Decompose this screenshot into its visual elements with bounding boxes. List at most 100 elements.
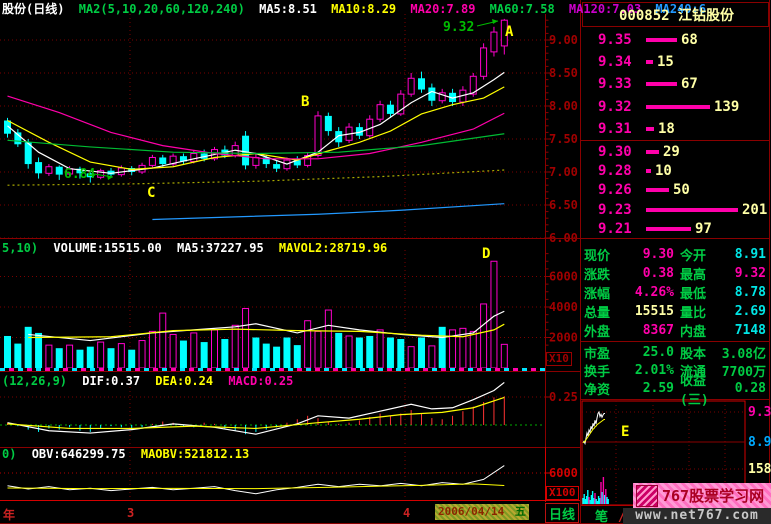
- quote-row-lots: 外盘8367 内盘7148: [584, 321, 768, 340]
- svg-text:D: D: [482, 246, 490, 262]
- price-level: 9.23: [598, 202, 646, 218]
- bid-row[interactable]: 9.21 97: [584, 220, 769, 239]
- ask-row[interactable]: 9.33 67: [584, 73, 769, 95]
- volume-unit-box: X10: [546, 352, 572, 366]
- ma10-value: MA10:8.29: [331, 2, 396, 16]
- volume-value: 97: [695, 221, 712, 237]
- mavol2-value: MAVOL2:28719.96: [279, 241, 387, 255]
- volume-value: VOLUME:15515.00: [53, 241, 161, 255]
- volume-value: 10: [655, 163, 672, 179]
- volume-value: 201: [742, 202, 767, 218]
- watermark-url[interactable]: www.net767.com: [623, 508, 771, 524]
- quote-row-volume: 总量15515 量比2.69: [584, 302, 768, 321]
- volume-bar: [646, 150, 659, 154]
- svg-text:6.50: 6.50: [549, 198, 578, 212]
- price-level: 9.21: [598, 221, 646, 237]
- svg-text:6000: 6000: [549, 270, 578, 284]
- volume-bar: [646, 105, 710, 109]
- volume-bar: [646, 208, 738, 212]
- svg-text:6.84: 6.84: [64, 167, 95, 182]
- svg-text:9.00: 9.00: [549, 33, 578, 47]
- price-level: 9.28: [598, 163, 646, 179]
- volume-bar: [646, 60, 653, 64]
- svg-text:7.50: 7.50: [549, 132, 578, 146]
- dea-value: DEA:0.24: [155, 374, 213, 388]
- stock-code-name: 000852 江钻股份: [584, 3, 769, 26]
- current-date-box: 2006/04/14 五: [435, 504, 529, 520]
- ask-row[interactable]: 9.35 68: [584, 29, 769, 51]
- obv-value: OBV:646299.75: [32, 447, 126, 461]
- svg-text:1585: 1585: [748, 462, 771, 477]
- site-logo-icon: [636, 485, 658, 507]
- macd-params: (12,26,9): [2, 374, 67, 388]
- volume-value: 139: [714, 99, 739, 115]
- volume-pane-header: 5,10) VOLUME:15515.00 MA5:37227.95 MAVOL…: [2, 241, 395, 255]
- month-label-4: 4: [403, 506, 410, 520]
- month-label-3: 3: [127, 506, 134, 520]
- dif-value: DIF:0.37: [82, 374, 140, 388]
- svg-text:8.00: 8.00: [549, 99, 578, 113]
- macd-value: MACD:0.25: [228, 374, 293, 388]
- bid-queue[interactable]: 9.30 29 9.28 10 9.26 50 9.23 201 9.21 97: [584, 142, 769, 239]
- weekday-value: 五: [515, 505, 526, 518]
- svg-text:7.00: 7.00: [549, 165, 578, 179]
- quote-row-change: 涨跌0.38 最高9.32: [584, 264, 768, 283]
- volume-value: 50: [673, 182, 690, 198]
- fin-row-pe: 市盈25.0 股本3.08亿: [584, 343, 768, 362]
- volume-value: 29: [663, 144, 680, 160]
- mavol5-value: MA5:37227.95: [177, 241, 264, 255]
- maobv-value: MAOBV:521812.13: [141, 447, 249, 461]
- price-level: 9.26: [598, 182, 646, 198]
- ask-row[interactable]: 9.34 15: [584, 51, 769, 73]
- ma5-value: MA5:8.51: [259, 2, 317, 16]
- obv-params: 0): [2, 447, 16, 461]
- price-level: 9.31: [598, 121, 646, 137]
- svg-text:B: B: [301, 94, 309, 110]
- svg-text:E: E: [621, 424, 629, 440]
- bid-row[interactable]: 9.28 10: [584, 161, 769, 180]
- svg-text:8.50: 8.50: [549, 66, 578, 80]
- svg-text:4000: 4000: [549, 300, 578, 314]
- svg-text:9.32: 9.32: [748, 405, 771, 420]
- ask-queue[interactable]: 9.35 68 9.34 15 9.33 67 9.32139 9.31 18: [584, 29, 769, 140]
- fin-row-turnover: 换手2.01% 流通7700万: [584, 361, 768, 380]
- period-selector[interactable]: 日线: [545, 503, 579, 523]
- price-level: 9.33: [598, 76, 646, 92]
- svg-text:6000: 6000: [549, 466, 578, 480]
- volume-bar: [646, 188, 669, 192]
- fin-row-netasset: 净资2.59 收益(三)0.28: [584, 379, 768, 398]
- svg-text:C: C: [147, 185, 155, 201]
- quote-row-pct: 涨幅4.26% 最低8.78: [584, 283, 768, 302]
- volume-params: 5,10): [2, 241, 38, 255]
- watermark-banner: 767股票学习网: [633, 483, 771, 508]
- stock-title-label: 股份(日线): [2, 2, 64, 16]
- price-level: 9.35: [598, 32, 646, 48]
- volume-bar: [646, 127, 654, 131]
- volume-value: 68: [681, 32, 698, 48]
- svg-text:9.32: 9.32: [443, 20, 474, 35]
- bid-row[interactable]: 9.23 201: [584, 200, 769, 219]
- ask-row[interactable]: 9.31 18: [584, 118, 769, 140]
- obv-unit-box: X100: [546, 486, 579, 500]
- volume-value: 15: [657, 54, 674, 70]
- volume-value: 18: [658, 121, 675, 137]
- pane-separator-ribbon: [0, 368, 545, 371]
- tab-trade-detail[interactable]: 笔: [595, 510, 608, 524]
- ask-row[interactable]: 9.32139: [584, 96, 769, 118]
- bid-row[interactable]: 9.26 50: [584, 181, 769, 200]
- price-level: 9.30: [598, 144, 646, 160]
- volume-value: 67: [681, 76, 698, 92]
- ma20-value: MA20:7.89: [410, 2, 475, 16]
- svg-text:A: A: [505, 24, 514, 40]
- quote-row-price: 现价9.30 今开8.91: [584, 245, 768, 264]
- price-level: 9.34: [598, 54, 646, 70]
- volume-bar: [646, 38, 677, 42]
- date-value: 2006/04/14: [438, 505, 504, 518]
- volume-bar: [646, 227, 691, 231]
- year-label: 年: [3, 506, 15, 523]
- macd-pane-header: (12,26,9) DIF:0.37 DEA:0.24 MACD:0.25: [2, 374, 301, 388]
- ma-settings-label: MA2(5,10,20,60,120,240): [79, 2, 245, 16]
- svg-text:8.92: 8.92: [748, 435, 771, 450]
- bid-row[interactable]: 9.30 29: [584, 142, 769, 161]
- volume-bar: [646, 82, 677, 86]
